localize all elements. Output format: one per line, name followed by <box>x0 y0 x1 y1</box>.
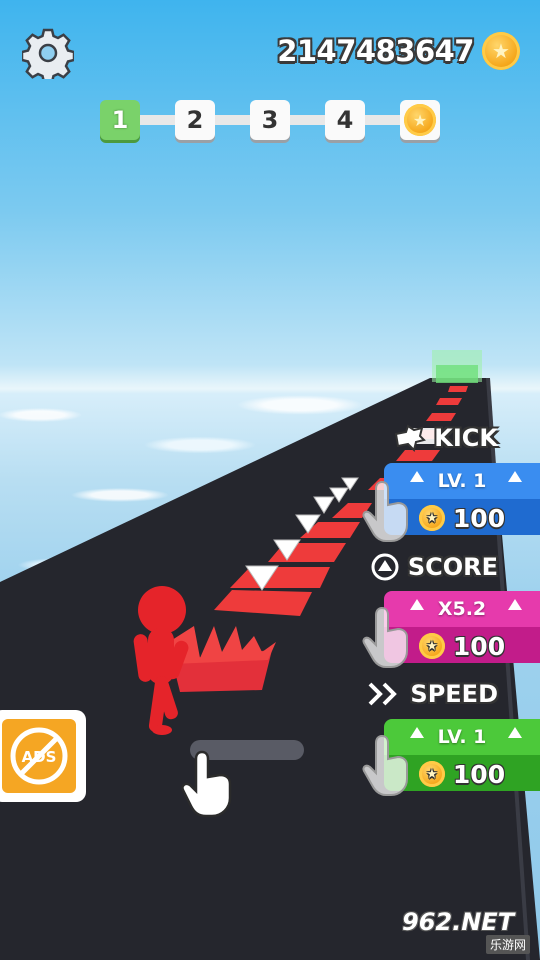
coin-icon: ★ <box>418 761 445 787</box>
upgrade-name: KICK <box>434 424 498 452</box>
no-ads-icon: ADS <box>10 727 68 785</box>
no-ads-label: ADS <box>22 748 57 766</box>
upgrade-label-kick: KICK <box>392 424 498 452</box>
watermark-text: 962.NET <box>402 908 515 936</box>
level-node-reward: ★ <box>400 100 440 140</box>
coin-icon: ★ <box>404 104 436 136</box>
upgrade-label-score: SCORE <box>370 552 498 582</box>
coin-balance-value: 2147483647 <box>277 34 474 68</box>
finish-glow <box>432 350 482 383</box>
coin-icon: ★ <box>418 633 445 659</box>
upgrade-label-speed: SPEED <box>366 680 498 708</box>
coin-icon: ★ <box>482 32 520 70</box>
upgrade-cost-value: 100 <box>452 631 506 661</box>
level-node-4: 4 <box>325 100 365 140</box>
game-scene[interactable]: 2147483647 ★ 1 2 3 4 ★ KICK LV. 1 ★ 100 <box>0 0 540 960</box>
pointer-hand-icon <box>362 734 408 796</box>
level-node-3: 3 <box>250 100 290 140</box>
pointer-hand-icon <box>362 480 408 542</box>
tile <box>448 386 468 392</box>
level-node-2: 2 <box>175 100 215 140</box>
coin-balance: 2147483647 ★ <box>277 30 520 72</box>
upgrade-name: SPEED <box>410 680 498 708</box>
tile <box>436 398 462 405</box>
settings-button[interactable] <box>20 27 76 84</box>
no-ads-badge: ADS <box>2 719 76 793</box>
gear-icon <box>20 28 76 84</box>
pointer-hand-icon <box>362 606 408 668</box>
upgrade-cost-value: 100 <box>452 759 506 789</box>
watermark-logo: 962.NET 乐游网 <box>402 908 536 954</box>
coin-icon: ★ <box>418 505 445 531</box>
no-ads-button[interactable]: ADS <box>0 710 86 802</box>
arrow-up-circle-icon <box>371 553 399 581</box>
upgrade-name: SCORE <box>407 553 498 581</box>
watermark-subtext: 乐游网 <box>485 935 530 954</box>
swipe-hand-icon <box>181 750 232 818</box>
level-progress: 1 2 3 4 ★ <box>100 100 440 140</box>
upgrade-cost-value: 100 <box>452 503 506 533</box>
double-chevron-right-icon <box>368 682 398 706</box>
level-node-1: 1 <box>100 100 140 140</box>
kick-icon <box>395 424 427 452</box>
